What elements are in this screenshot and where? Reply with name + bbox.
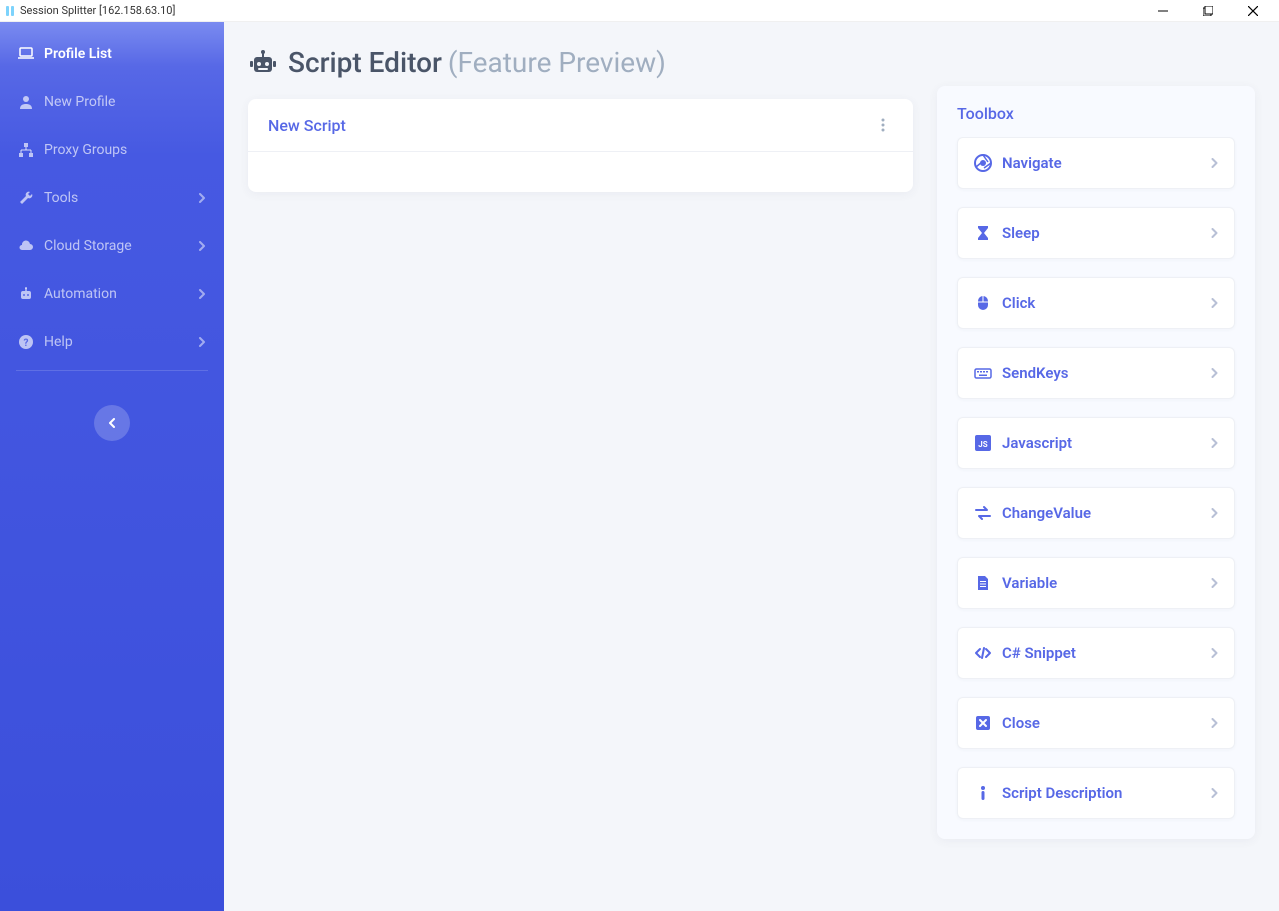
tool-item-close[interactable]: Close (957, 697, 1235, 749)
toolbox-column: Toolbox Navigate (937, 86, 1255, 887)
tool-item-sleep[interactable]: Sleep (957, 207, 1235, 259)
tool-item-label: Sleep (1002, 224, 1211, 242)
window-title: Session Splitter [162.158.63.10] (20, 4, 1140, 17)
page-title: Script Editor (288, 46, 442, 79)
sidebar-item-proxy-groups[interactable]: Proxy Groups (0, 126, 224, 174)
tool-item-label: Navigate (1002, 154, 1211, 172)
chevron-right-icon (1211, 368, 1218, 378)
tool-item-label: SendKeys (1002, 364, 1211, 382)
maximize-button[interactable] (1185, 0, 1230, 22)
mouse-icon (974, 294, 992, 312)
tool-item-variable[interactable]: Variable (957, 557, 1235, 609)
chevron-right-icon (1211, 648, 1218, 658)
app-icon (4, 5, 16, 17)
user-icon (18, 94, 34, 110)
collapse-sidebar-button[interactable] (94, 405, 130, 441)
titlebar: Session Splitter [162.158.63.10] (0, 0, 1279, 22)
sidebar-item-cloud-storage[interactable]: Cloud Storage (0, 222, 224, 270)
tool-item-sendkeys[interactable]: SendKeys (957, 347, 1235, 399)
sidebar-item-automation[interactable]: Automation (0, 270, 224, 318)
sidebar-item-tools[interactable]: Tools (0, 174, 224, 222)
tool-item-label: C# Snippet (1002, 644, 1211, 662)
script-card-body (248, 152, 913, 192)
tool-item-csharp-snippet[interactable]: C# Snippet (957, 627, 1235, 679)
sidebar-item-profile-list[interactable]: Profile List (0, 30, 224, 78)
tool-item-label: Variable (1002, 574, 1211, 592)
sidebar-item-label: Proxy Groups (44, 142, 206, 158)
chevron-right-icon (1211, 788, 1218, 798)
tool-item-label: Click (1002, 294, 1211, 312)
sidebar-item-new-profile[interactable]: New Profile (0, 78, 224, 126)
tool-item-script-description[interactable]: Script Description (957, 767, 1235, 819)
exchange-icon (974, 504, 992, 522)
tool-item-label: Javascript (1002, 434, 1211, 452)
laptop-icon (18, 46, 34, 62)
sidebar-item-label: Automation (44, 286, 198, 302)
chevron-right-icon (1211, 508, 1218, 518)
js-icon: JS (974, 434, 992, 452)
keyboard-icon (974, 364, 992, 382)
sitemap-icon (18, 142, 34, 158)
chevron-right-icon (1211, 718, 1218, 728)
cloud-icon (18, 238, 34, 254)
close-box-icon (974, 714, 992, 732)
svg-text:?: ? (24, 338, 29, 349)
sidebar: Profile List New Profile Proxy Groups To… (0, 22, 224, 911)
page-header: Script Editor (Feature Preview) (248, 22, 913, 99)
chevron-right-icon (198, 193, 206, 203)
chevron-right-icon (1211, 298, 1218, 308)
sidebar-item-label: Profile List (44, 46, 206, 62)
chevron-right-icon (198, 337, 206, 347)
tool-item-label: Script Description (1002, 784, 1211, 802)
info-icon (974, 784, 992, 802)
hourglass-icon (974, 224, 992, 242)
script-card-title: New Script (268, 116, 873, 135)
sidebar-item-label: Cloud Storage (44, 238, 198, 254)
robot-icon (18, 286, 34, 302)
svg-text:JS: JS (978, 440, 987, 449)
page-subtitle: (Feature Preview) (448, 46, 666, 79)
tool-item-label: ChangeValue (1002, 504, 1211, 522)
wrench-icon (18, 190, 34, 206)
chevron-right-icon (198, 241, 206, 251)
tool-item-changevalue[interactable]: ChangeValue (957, 487, 1235, 539)
tool-item-navigate[interactable]: Navigate (957, 137, 1235, 189)
chevron-right-icon (1211, 158, 1218, 168)
chevron-right-icon (1211, 228, 1218, 238)
chrome-icon (974, 154, 992, 172)
minimize-button[interactable] (1140, 0, 1185, 22)
script-card-header: New Script (248, 99, 913, 152)
robot-icon (248, 49, 278, 77)
sidebar-divider (16, 370, 208, 371)
tool-item-label: Close (1002, 714, 1211, 732)
tool-item-click[interactable]: Click (957, 277, 1235, 329)
sidebar-item-label: Tools (44, 190, 198, 206)
toolbox-title: Toolbox (937, 86, 1255, 137)
code-icon (974, 644, 992, 662)
sidebar-item-label: New Profile (44, 94, 206, 110)
close-button[interactable] (1230, 0, 1275, 22)
tool-item-javascript[interactable]: JS Javascript (957, 417, 1235, 469)
sidebar-item-label: Help (44, 334, 198, 350)
chevron-right-icon (1211, 578, 1218, 588)
sidebar-item-help[interactable]: ? Help (0, 318, 224, 366)
kebab-menu-button[interactable] (873, 115, 893, 135)
main-content: Script Editor (Feature Preview) New Scri… (224, 22, 1279, 911)
script-card: New Script (248, 99, 913, 192)
chevron-right-icon (198, 289, 206, 299)
chevron-right-icon (1211, 438, 1218, 448)
file-icon (974, 574, 992, 592)
help-icon: ? (18, 334, 34, 350)
toolbox-card: Toolbox Navigate (937, 86, 1255, 839)
